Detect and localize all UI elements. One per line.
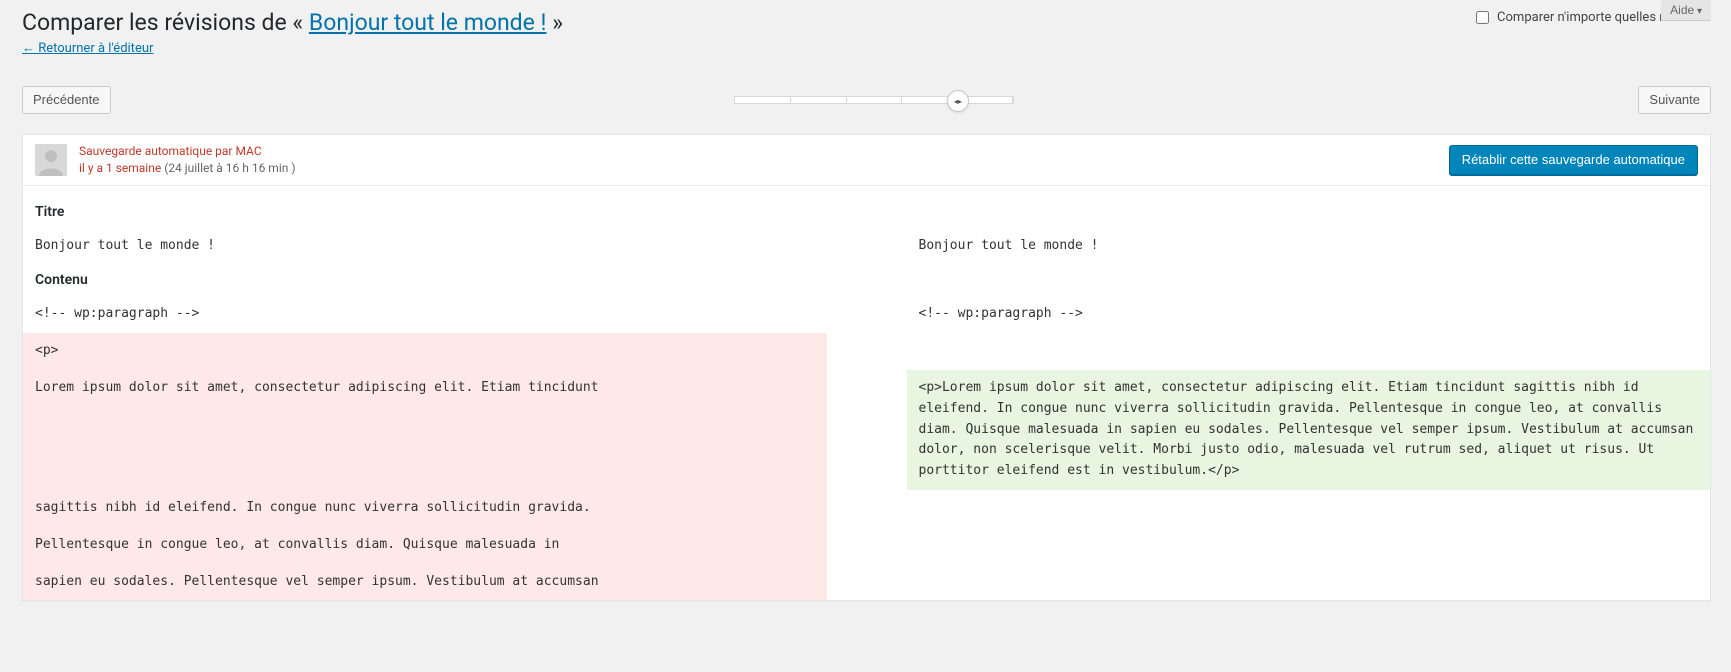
revision-slider[interactable]: ◂▸ bbox=[111, 86, 1639, 114]
diff-cell-deleted: Pellentesque in congue leo, at convallis… bbox=[23, 527, 827, 564]
diff-cell-empty bbox=[907, 333, 1711, 370]
diff-cell-deleted: sagittis nibh id eleifend. In congue nun… bbox=[23, 490, 827, 527]
next-button[interactable]: Suivante bbox=[1638, 86, 1711, 114]
diff-cell-deleted: <p> bbox=[23, 333, 827, 370]
revision-date: (24 juillet à 16 h 16 min ) bbox=[161, 161, 295, 175]
diff-cell-left: Bonjour tout le monde ! bbox=[23, 228, 827, 265]
slider-handle[interactable]: ◂▸ bbox=[947, 90, 969, 112]
diff-cell-right: Bonjour tout le monde ! bbox=[907, 228, 1711, 265]
section-content-heading: Contenu bbox=[23, 264, 1710, 296]
slider-tick bbox=[847, 97, 903, 103]
help-button[interactable]: Aide bbox=[1661, 0, 1711, 21]
heading-prefix: Comparer les révisions de « bbox=[22, 9, 309, 36]
section-title-heading: Titre bbox=[23, 196, 1710, 228]
previous-button[interactable]: Précédente bbox=[22, 86, 111, 114]
diff-table-title: Bonjour tout le monde ! Bonjour tout le … bbox=[23, 228, 1710, 265]
compare-any-checkbox[interactable] bbox=[1476, 11, 1489, 24]
diff-cell-added: <p>Lorem ipsum dolor sit amet, consectet… bbox=[907, 370, 1711, 490]
diff-cell-left: <!-- wp:paragraph --> bbox=[23, 296, 827, 333]
arrows-icon: ◂▸ bbox=[954, 97, 962, 106]
diff-cell-empty bbox=[907, 490, 1711, 527]
heading-suffix: » bbox=[546, 9, 563, 36]
slider-tick bbox=[735, 97, 791, 103]
diff-cell-right: <!-- wp:paragraph --> bbox=[907, 296, 1711, 333]
revision-meta: Sauvegarde automatique par MAC il y a 1 … bbox=[79, 143, 1449, 177]
revision-ago: il y a 1 semaine bbox=[79, 161, 161, 175]
restore-autosave-button[interactable]: Rétablir cette sauvegarde automatique bbox=[1449, 145, 1698, 175]
diff-table-content: <!-- wp:paragraph --> <!-- wp:paragraph … bbox=[23, 296, 1710, 600]
autosave-by: Sauvegarde automatique par MAC bbox=[79, 143, 1449, 160]
avatar bbox=[35, 144, 67, 176]
back-to-editor-link[interactable]: ← Retourner à l'éditeur bbox=[22, 40, 153, 56]
post-title-link[interactable]: Bonjour tout le monde ! bbox=[309, 9, 547, 36]
diff-cell-deleted: Lorem ipsum dolor sit amet, consectetur … bbox=[23, 370, 827, 490]
diff-cell-empty bbox=[907, 527, 1711, 564]
diff-cell-deleted: sapien eu sodales. Pellentesque vel semp… bbox=[23, 564, 827, 601]
diff-cell-empty bbox=[907, 564, 1711, 601]
slider-tick bbox=[791, 97, 847, 103]
page-title: Comparer les révisions de « Bonjour tout… bbox=[22, 0, 1711, 40]
